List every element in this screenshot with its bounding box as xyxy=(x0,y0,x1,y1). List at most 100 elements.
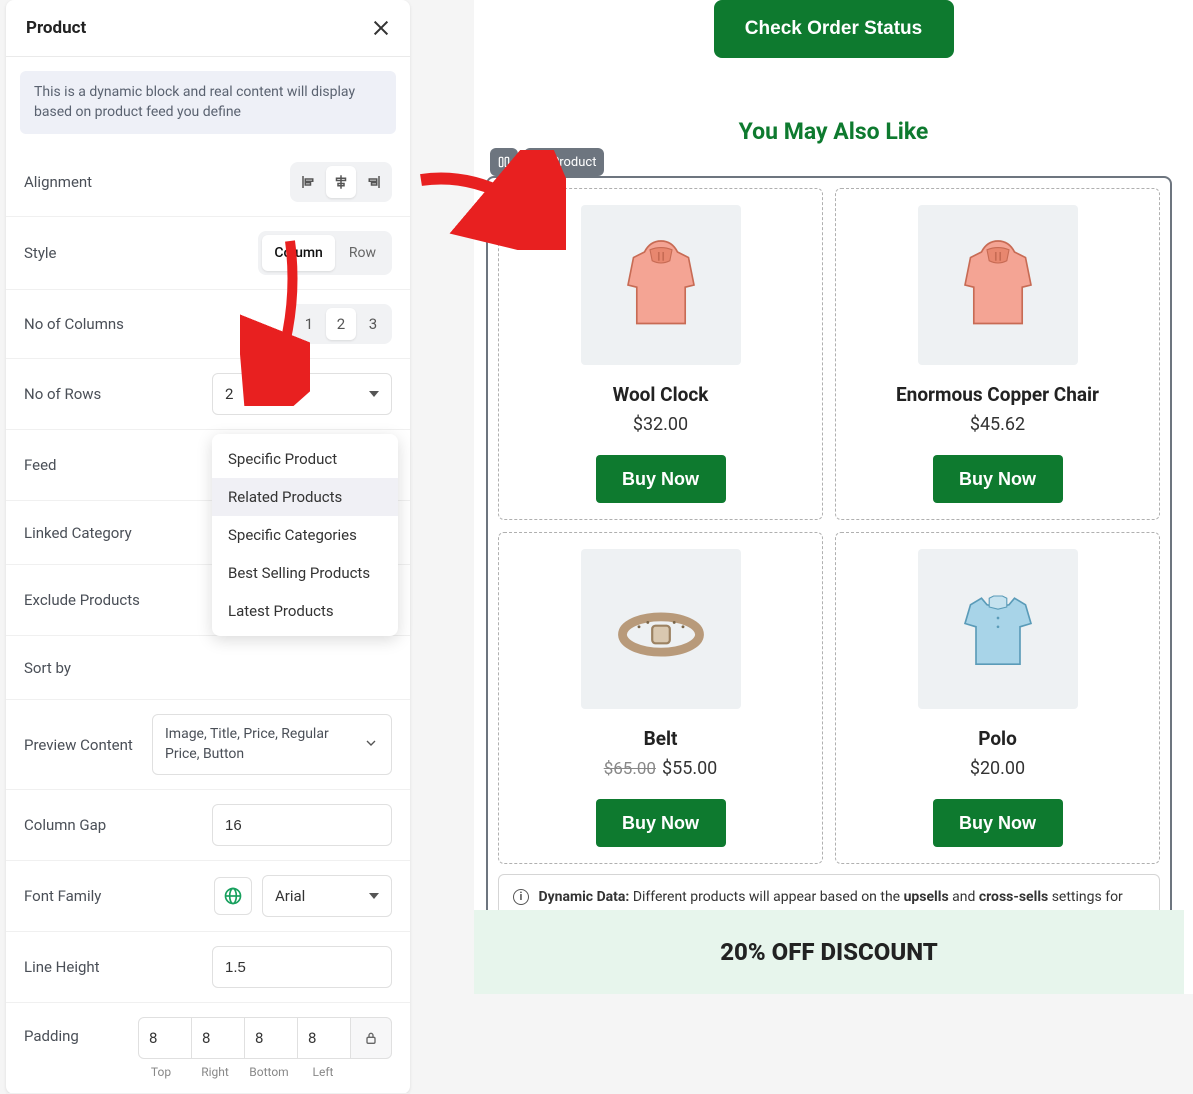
product-regular-price: $65.00 xyxy=(604,759,656,779)
product-title: Belt xyxy=(644,727,678,750)
fontfamily-row: Font Family Arial xyxy=(6,861,410,932)
dyn-b1: upsells xyxy=(904,889,949,905)
style-column-button[interactable]: Column xyxy=(262,235,334,271)
feed-option-specific-product[interactable]: Specific Product xyxy=(212,440,398,478)
move-icon xyxy=(532,155,546,169)
product-title: Enormous Copper Chair xyxy=(896,383,1099,406)
align-center-button[interactable] xyxy=(326,166,356,198)
sortby-label: Sort by xyxy=(24,659,71,677)
feed-dropdown: Specific Product Related Products Specif… xyxy=(212,434,398,636)
columns-icon-button[interactable] xyxy=(490,148,518,176)
product-card: Wool Clock $32.00 Buy Now xyxy=(498,188,823,520)
you-may-also-like-heading: You May Also Like xyxy=(474,118,1193,145)
buy-now-button[interactable]: Buy Now xyxy=(596,455,726,503)
preview-row: Preview Content Image, Title, Price, Reg… xyxy=(6,700,410,790)
fontfamily-select[interactable]: Arial xyxy=(262,875,392,917)
product-card: Enormous Copper Chair $45.62 Buy Now xyxy=(835,188,1160,520)
product-block[interactable]: Wool Clock $32.00 Buy Now Enormous Coppe… xyxy=(486,176,1172,954)
product-title: Polo xyxy=(978,727,1017,750)
columns-label: No of Columns xyxy=(24,315,124,333)
buy-now-button[interactable]: Buy Now xyxy=(596,799,726,847)
padding-label: Padding xyxy=(24,1017,79,1045)
block-toolbar: Product xyxy=(490,148,604,176)
close-icon[interactable] xyxy=(372,19,390,37)
discount-banner: 20% OFF DISCOUNT xyxy=(474,910,1184,994)
padding-left-label: Left xyxy=(296,1065,350,1079)
padding-bottom-label: Bottom xyxy=(242,1065,296,1079)
rows-select[interactable]: 2 xyxy=(212,373,392,415)
product-price: $20.00 xyxy=(970,758,1025,779)
product-image xyxy=(918,549,1078,709)
dyn-mid2: and xyxy=(949,889,979,905)
product-sale-price: $55.00 xyxy=(662,758,717,779)
product-price: $65.00 $55.00 xyxy=(604,758,718,779)
style-label: Style xyxy=(24,244,57,262)
padding-top-input[interactable]: 8 xyxy=(138,1017,192,1059)
dyn-mid1: Different products will appear based on … xyxy=(629,889,903,905)
feed-option-specific-categories[interactable]: Specific Categories xyxy=(212,516,398,554)
align-right-button[interactable] xyxy=(358,166,388,198)
padding-right-input[interactable]: 8 xyxy=(191,1017,245,1059)
preview-value: Image, Title, Price, Regular Price, Butt… xyxy=(165,725,355,764)
block-label-button[interactable]: Product xyxy=(524,148,604,176)
padding-bottom-input[interactable]: 8 xyxy=(244,1017,298,1059)
preview-label: Preview Content xyxy=(24,736,133,754)
lock-icon xyxy=(363,1030,379,1046)
cols-2-button[interactable]: 2 xyxy=(326,308,356,340)
colgap-label: Column Gap xyxy=(24,816,106,834)
check-order-status-button[interactable]: Check Order Status xyxy=(714,0,954,58)
product-price: $45.62 xyxy=(970,414,1025,435)
chevron-down-icon xyxy=(369,391,379,397)
product-card: Belt $65.00 $55.00 Buy Now xyxy=(498,532,823,864)
product-card: Polo $20.00 Buy Now xyxy=(835,532,1160,864)
rows-value: 2 xyxy=(225,385,233,403)
rows-label: No of Rows xyxy=(24,385,101,403)
preview-select[interactable]: Image, Title, Price, Regular Price, Butt… xyxy=(152,714,392,775)
columns-row: No of Columns 1 2 3 xyxy=(6,290,410,359)
globe-icon[interactable] xyxy=(214,877,252,915)
products-grid: Wool Clock $32.00 Buy Now Enormous Coppe… xyxy=(488,178,1170,874)
linked-category-label: Linked Category xyxy=(24,524,132,542)
info-callout: This is a dynamic block and real content… xyxy=(20,71,396,134)
align-left-button[interactable] xyxy=(294,166,324,198)
product-title: Wool Clock xyxy=(613,383,709,406)
padding-top-label: Top xyxy=(134,1065,188,1079)
panel-header: Product xyxy=(6,0,410,57)
colgap-row: Column Gap xyxy=(6,790,410,861)
sortby-row: Sort by xyxy=(6,636,410,700)
padding-row: Padding 8 8 8 8 Top Right Bottom Left xyxy=(6,1003,410,1094)
style-row: Style Column Row xyxy=(6,217,410,290)
dyn-prefix: Dynamic Data: xyxy=(538,889,629,905)
padding-left-input[interactable]: 8 xyxy=(297,1017,351,1059)
product-price: $32.00 xyxy=(633,414,688,435)
lineheight-label: Line Height xyxy=(24,958,100,976)
feed-option-latest[interactable]: Latest Products xyxy=(212,592,398,630)
fontfamily-label: Font Family xyxy=(24,887,101,905)
rows-row: No of Rows 2 xyxy=(6,359,410,430)
feed-label: Feed xyxy=(24,456,57,474)
exclude-label: Exclude Products xyxy=(24,591,140,609)
padding-right-label: Right xyxy=(188,1065,242,1079)
padding-lock-button[interactable] xyxy=(350,1017,392,1059)
lineheight-input[interactable] xyxy=(212,946,392,988)
product-image xyxy=(581,549,741,709)
style-segmented: Column Row xyxy=(258,231,392,275)
lineheight-row: Line Height xyxy=(6,932,410,1003)
colgap-input[interactable] xyxy=(212,804,392,846)
buy-now-button[interactable]: Buy Now xyxy=(933,455,1063,503)
alignment-label: Alignment xyxy=(24,173,92,191)
block-label-text: Product xyxy=(551,155,596,170)
columns-segmented: 1 2 3 xyxy=(290,304,392,344)
info-icon: i xyxy=(513,889,529,905)
feed-option-related-products[interactable]: Related Products xyxy=(212,478,398,516)
chevron-down-icon xyxy=(363,735,379,755)
cols-1-button[interactable]: 1 xyxy=(294,308,324,340)
feed-option-best-selling[interactable]: Best Selling Products xyxy=(212,554,398,592)
product-image xyxy=(918,205,1078,365)
buy-now-button[interactable]: Buy Now xyxy=(933,799,1063,847)
dyn-b2: cross-sells xyxy=(979,889,1048,905)
style-row-button[interactable]: Row xyxy=(337,235,388,271)
product-image xyxy=(581,205,741,365)
cols-3-button[interactable]: 3 xyxy=(358,308,388,340)
panel-title: Product xyxy=(26,18,86,38)
